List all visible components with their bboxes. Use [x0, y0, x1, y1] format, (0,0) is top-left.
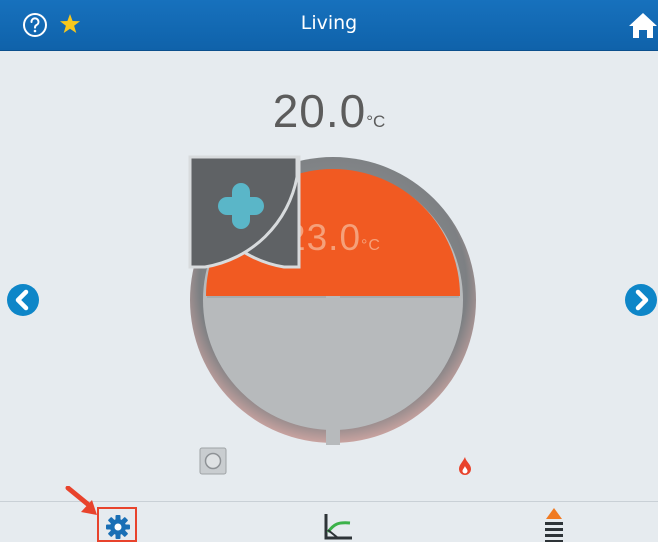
- chart-icon: [324, 514, 352, 540]
- flame-icon: [459, 457, 471, 475]
- gear-icon: [106, 515, 130, 539]
- history-chart-button[interactable]: [318, 510, 358, 542]
- program-icon: [545, 508, 563, 542]
- next-room-button[interactable]: [624, 283, 658, 317]
- current-temperature-value: 20.0: [272, 85, 367, 137]
- chevron-right-icon: [625, 284, 657, 316]
- app-header: Living: [0, 0, 658, 51]
- chevron-left-icon: [7, 284, 39, 316]
- setpoint-unit: °C: [361, 237, 381, 254]
- current-temperature: 20.0°C: [0, 84, 658, 138]
- current-temperature-unit: °C: [366, 112, 386, 131]
- program-button[interactable]: [537, 506, 571, 542]
- increase-temperature-button[interactable]: [188, 155, 301, 269]
- settings-button[interactable]: [97, 507, 137, 542]
- home-icon[interactable]: [628, 11, 658, 39]
- page-title: Living: [300, 12, 358, 34]
- thermostat-dial: 23.0°C: [188, 155, 478, 445]
- mode-indicator-icon[interactable]: [199, 447, 227, 475]
- previous-room-button[interactable]: [6, 283, 40, 317]
